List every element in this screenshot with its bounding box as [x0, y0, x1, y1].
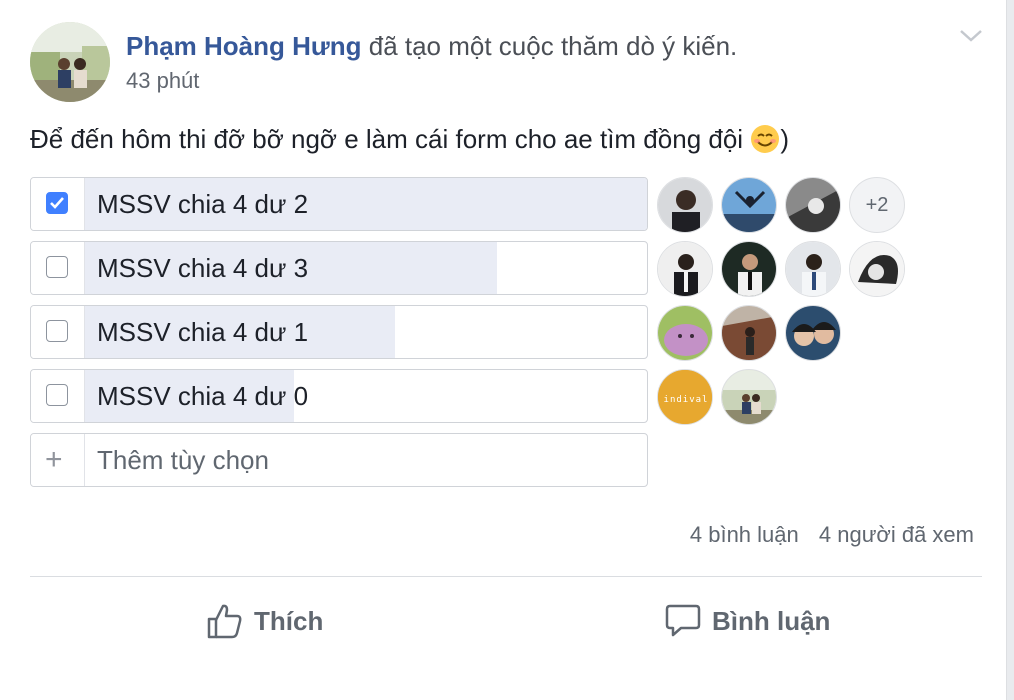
voter-avatar[interactable] [785, 177, 841, 233]
thumbs-up-icon [207, 604, 242, 639]
comment-bubble-icon [665, 604, 701, 637]
voter-avatar[interactable] [657, 305, 713, 361]
voter-avatar[interactable] [785, 305, 841, 361]
voter-avatar[interactable] [721, 305, 777, 361]
smile-emoji-icon [750, 124, 780, 154]
poll-option-label: MSSV chia 4 dư 2 [97, 189, 309, 219]
poll-checkbox[interactable] [46, 320, 68, 342]
voter-avatar[interactable] [785, 241, 841, 297]
poll-option-label: MSSV chia 4 dư 0 [97, 381, 309, 411]
poll-option-label: MSSV chia 4 dư 1 [97, 317, 309, 347]
more-voters-badge[interactable]: +2 [849, 177, 905, 233]
voter-avatar[interactable]: indival [657, 369, 713, 425]
add-option-cell: + [31, 434, 85, 486]
poll-checkbox-cell[interactable] [31, 178, 85, 230]
poll-option[interactable]: MSSV chia 4 dư 0 [30, 369, 648, 423]
like-button-label: Thích [254, 605, 324, 636]
poll-option[interactable]: MSSV chia 4 dư 1 [30, 305, 648, 359]
post-header: Phạm Hoàng Hưng đã tạo một cuộc thăm dò … [126, 30, 737, 62]
voter-avatar[interactable] [849, 241, 905, 297]
post-stats: 4 bình luận 4 người đã xem [690, 522, 974, 548]
indival-logo-text: indival [664, 395, 709, 405]
like-button[interactable]: Thích [206, 596, 323, 646]
chevron-down-icon[interactable] [958, 26, 984, 46]
comment-button[interactable]: Bình luận [664, 596, 830, 646]
post-text-suffix: ) [780, 124, 789, 154]
post-body: Để đến hôm thi đỡ bỡ ngỡ e làm cái form … [30, 122, 789, 156]
voter-avatar[interactable] [721, 241, 777, 297]
voter-avatar[interactable] [657, 177, 713, 233]
poll-checkbox[interactable] [46, 256, 68, 278]
post-timestamp[interactable]: 43 phút [126, 68, 199, 94]
comment-button-label: Bình luận [712, 605, 831, 636]
voter-avatar[interactable] [721, 177, 777, 233]
poll-checkbox-cell[interactable] [31, 306, 85, 358]
poll-checkbox[interactable] [46, 384, 68, 406]
poll-option[interactable]: MSSV chia 4 dư 2 [30, 177, 648, 231]
poll-checkbox[interactable] [46, 192, 68, 214]
checkmark-icon [50, 197, 64, 209]
poll-checkbox-cell[interactable] [31, 370, 85, 422]
divider [30, 576, 982, 577]
post-action-text: đã tạo một cuộc thăm dò ý kiến. [368, 31, 738, 61]
author-name-link[interactable]: Phạm Hoàng Hưng [126, 31, 362, 61]
voter-avatar[interactable] [721, 369, 777, 425]
post-text: Để đến hôm thi đỡ bỡ ngỡ e làm cái form … [30, 124, 744, 154]
poll-option[interactable]: MSSV chia 4 dư 3 [30, 241, 648, 295]
poll-option-label: MSSV chia 4 dư 3 [97, 253, 309, 283]
author-avatar[interactable] [30, 22, 110, 102]
seen-count-link[interactable]: 4 người đã xem [819, 522, 974, 547]
add-option-field[interactable]: + Thêm tùy chọn [30, 433, 648, 487]
post-card: Phạm Hoàng Hưng đã tạo một cuộc thăm dò … [0, 0, 1007, 700]
voter-avatar[interactable] [657, 241, 713, 297]
poll-checkbox-cell[interactable] [31, 242, 85, 294]
add-option-placeholder[interactable]: Thêm tùy chọn [97, 434, 269, 486]
comment-count-link[interactable]: 4 bình luận [690, 522, 799, 547]
plus-icon: + [45, 443, 63, 476]
